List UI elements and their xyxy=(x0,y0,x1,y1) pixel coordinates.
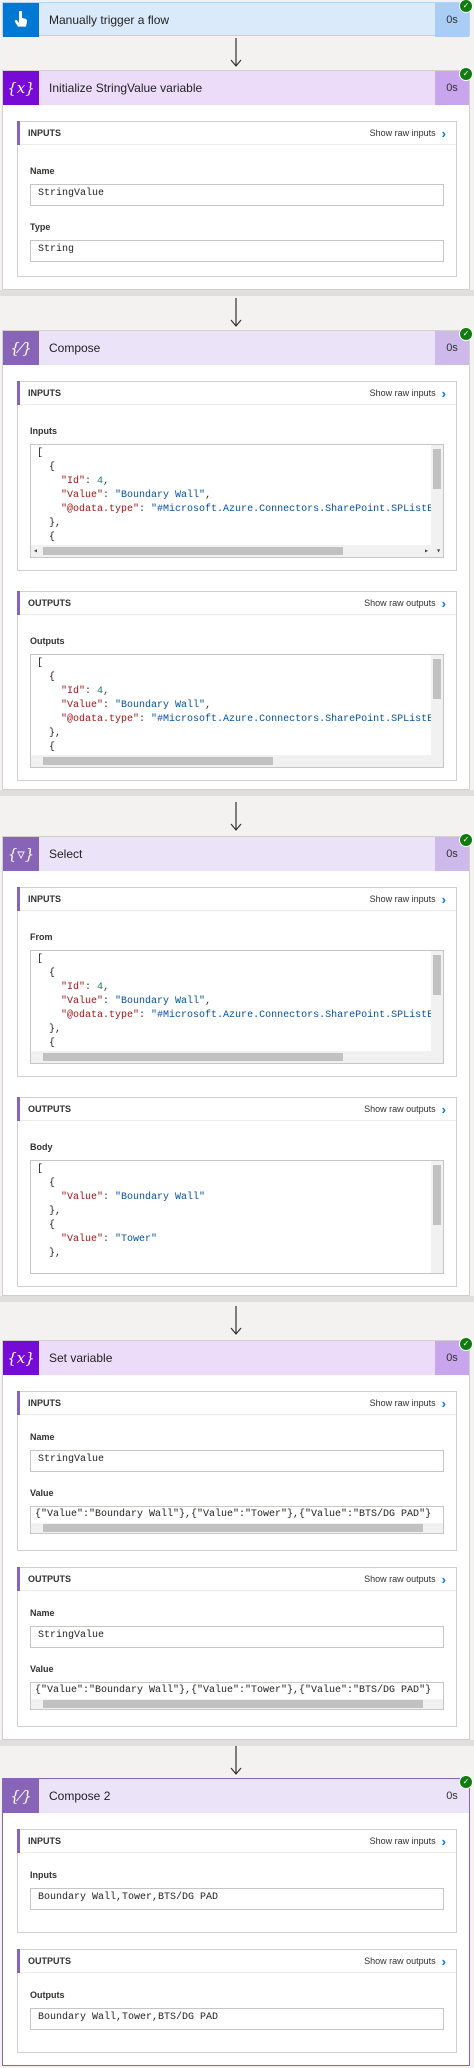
success-check-icon: ✓ xyxy=(459,833,473,847)
outputs-label: Outputs xyxy=(30,636,65,646)
show-raw-inputs-link[interactable]: Show raw inputs › xyxy=(370,892,446,907)
outputs-section: OUTPUTS Show raw outputs › Outputs Bounda… xyxy=(17,1949,457,2053)
step-title: Compose 2 xyxy=(49,1789,111,1803)
variable-icon: {x} xyxy=(3,1341,39,1375)
select-icon: {▿} xyxy=(3,837,39,871)
name-label: Name xyxy=(30,1432,55,1442)
down-arrow-icon xyxy=(230,298,242,327)
value-label: Value xyxy=(30,1488,54,1498)
show-raw-outputs-link[interactable]: Show raw outputs › xyxy=(364,1954,446,1969)
horizontal-scrollbar[interactable]: ◂ ▸ ▾ xyxy=(31,545,443,557)
body-json-viewer[interactable]: [ { "Value": "Boundary Wall" }, { "Value… xyxy=(30,1160,444,1274)
outputs-section: OUTPUTS Show raw outputs › Name StringVal… xyxy=(17,1567,457,1727)
inputs-section: INPUTS Show raw inputs › Inputs [ { "Id":… xyxy=(17,381,457,571)
show-raw-outputs-link[interactable]: Show raw outputs › xyxy=(364,1572,446,1587)
name-label: Name xyxy=(30,1608,55,1618)
section-label: INPUTS xyxy=(28,128,62,138)
compose-icon: {⁄} xyxy=(3,331,39,365)
step-title: Set variable xyxy=(49,1351,113,1365)
success-check-icon: ✓ xyxy=(459,327,473,341)
horizontal-scrollbar[interactable] xyxy=(31,1051,443,1063)
step-set-variable[interactable]: {x} Set variable 0s ✓ INPUTS Show raw in… xyxy=(2,1337,473,1740)
divider xyxy=(0,790,474,796)
vertical-scrollbar[interactable] xyxy=(431,1161,443,1273)
body-label: Body xyxy=(30,1142,53,1152)
down-arrow-icon xyxy=(230,1746,242,1775)
inputs-section: INPUTS Show raw inputs › Name StringValue… xyxy=(17,121,457,277)
compose-icon: {⁄} xyxy=(3,1779,39,1813)
horizontal-scrollbar[interactable] xyxy=(31,1699,443,1709)
step-title: Initialize StringValue variable xyxy=(49,81,203,95)
value-field[interactable]: {"Value":"Boundary Wall"},{"Value":"Towe… xyxy=(30,1506,444,1534)
horizontal-scrollbar[interactable] xyxy=(31,1523,443,1533)
name-label: Name xyxy=(30,166,55,176)
step-compose-2[interactable]: {⁄} Compose 2 0s ✓ INPUTS Show raw input… xyxy=(2,1775,473,2066)
divider xyxy=(0,1296,474,1302)
outputs-section: OUTPUTS Show raw outputs › Body [ { "Valu… xyxy=(17,1097,457,1287)
outputs-value: Boundary Wall,Tower,BTS/DG PAD xyxy=(30,2008,444,2030)
type-value: String xyxy=(30,240,444,262)
from-label: From xyxy=(30,932,53,942)
down-arrow-icon xyxy=(230,1306,242,1335)
value-label: Value xyxy=(30,1664,54,1674)
show-raw-inputs-link[interactable]: Show raw inputs › xyxy=(370,1396,446,1411)
vertical-scrollbar[interactable] xyxy=(431,655,443,755)
show-raw-outputs-link[interactable]: Show raw outputs › xyxy=(364,1102,446,1117)
outputs-label: Outputs xyxy=(30,1990,65,2000)
chevron-right-icon: › xyxy=(441,125,446,141)
inputs-section: INPUTS Show raw inputs › From [ { "Id": 4… xyxy=(17,887,457,1077)
name-value: StringValue xyxy=(30,1626,444,1648)
outputs-section: OUTPUTS Show raw outputs › Outputs [ { "I… xyxy=(17,591,457,781)
from-json-viewer[interactable]: [ { "Id": 4, "Value": "Boundary Wall", "… xyxy=(30,950,444,1064)
chevron-right-icon: › xyxy=(441,1571,446,1587)
chevron-right-icon: › xyxy=(441,891,446,907)
vertical-scrollbar[interactable] xyxy=(431,445,443,545)
step-initialize-variable[interactable]: {x} Initialize StringValue variable 0s ✓… xyxy=(2,67,473,290)
name-value: StringValue xyxy=(30,184,444,206)
chevron-right-icon: › xyxy=(441,385,446,401)
success-check-icon: ✓ xyxy=(459,1337,473,1351)
inputs-label: Inputs xyxy=(30,426,57,436)
chevron-right-icon: › xyxy=(441,595,446,611)
inputs-json-viewer[interactable]: [ { "Id": 4, "Value": "Boundary Wall", "… xyxy=(30,444,444,558)
horizontal-scrollbar[interactable] xyxy=(31,755,443,767)
show-raw-inputs-link[interactable]: Show raw inputs › xyxy=(370,1834,446,1849)
step-select[interactable]: {▿} Select 0s ✓ INPUTS Show raw inputs › … xyxy=(2,833,473,1296)
inputs-value: Boundary Wall,Tower,BTS/DG PAD xyxy=(30,1888,444,1910)
inputs-label: Inputs xyxy=(30,1870,57,1880)
down-arrow-icon xyxy=(230,38,242,67)
value-field[interactable]: {"Value":"Boundary Wall"},{"Value":"Towe… xyxy=(30,1682,444,1710)
step-compose[interactable]: {⁄} Compose 0s ✓ INPUTS Show raw inputs ›… xyxy=(2,327,473,790)
inputs-section: INPUTS Show raw inputs › Inputs Boundary … xyxy=(17,1829,457,1933)
show-raw-inputs-link[interactable]: Show raw inputs › xyxy=(370,126,446,141)
chevron-right-icon: › xyxy=(441,1101,446,1117)
step-manual-trigger[interactable]: Manually trigger a flow 0s ✓ xyxy=(2,0,473,37)
step-title: Manually trigger a flow xyxy=(49,13,170,27)
chevron-right-icon: › xyxy=(441,1395,446,1411)
vertical-scrollbar[interactable] xyxy=(431,951,443,1051)
inputs-section: INPUTS Show raw inputs › Name StringValue… xyxy=(17,1391,457,1551)
type-label: Type xyxy=(30,222,51,232)
show-raw-inputs-link[interactable]: Show raw inputs › xyxy=(370,386,446,401)
chevron-right-icon: › xyxy=(441,1833,446,1849)
name-value: StringValue xyxy=(30,1450,444,1472)
variable-icon: {x} xyxy=(3,71,39,105)
chevron-right-icon: › xyxy=(441,1953,446,1969)
hand-touch-icon xyxy=(3,3,39,37)
success-check-icon: ✓ xyxy=(459,1775,473,1789)
outputs-json-viewer[interactable]: [ { "Id": 4, "Value": "Boundary Wall", "… xyxy=(30,654,444,768)
down-arrow-icon xyxy=(230,802,242,831)
show-raw-outputs-link[interactable]: Show raw outputs › xyxy=(364,596,446,611)
success-check-icon: ✓ xyxy=(459,0,473,13)
step-title: Select xyxy=(49,847,83,861)
success-check-icon: ✓ xyxy=(459,67,473,81)
step-title: Compose xyxy=(49,341,101,355)
flow-run-page: Manually trigger a flow 0s ✓ {x} Initial… xyxy=(0,0,474,2068)
